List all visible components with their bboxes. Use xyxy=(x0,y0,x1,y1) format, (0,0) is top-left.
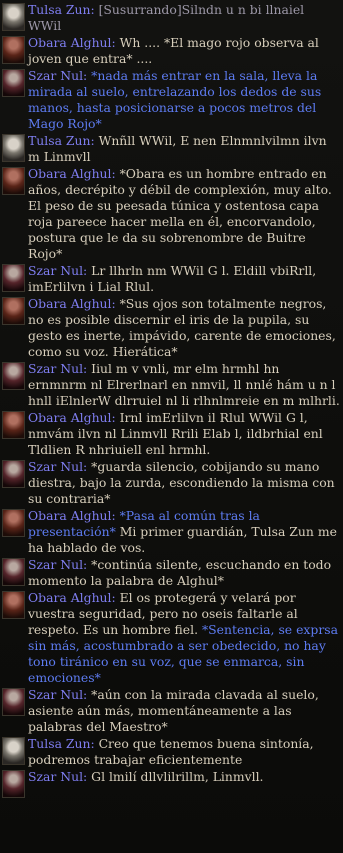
chat-message: Szar Nul: *continúa silente, escuchando … xyxy=(0,557,343,589)
szar-portrait-icon[interactable] xyxy=(2,362,25,390)
obara-portrait-icon[interactable] xyxy=(2,411,25,439)
obara-portrait-icon[interactable] xyxy=(2,297,25,325)
speaker-name[interactable]: Obara Alghul: xyxy=(28,508,116,523)
speaker-name[interactable]: Szar Nul: xyxy=(28,361,87,376)
speaker-name[interactable]: Obara Alghul: xyxy=(28,296,116,311)
speaker-name[interactable]: Tulsa Zun: xyxy=(28,736,95,751)
chat-message: Szar Nul: *nada más entrar en la sala, l… xyxy=(0,68,343,132)
tulsa-portrait-icon[interactable] xyxy=(2,737,25,765)
speaker-name[interactable]: Szar Nul: xyxy=(28,769,87,784)
speaker-name[interactable]: Szar Nul: xyxy=(28,459,87,474)
speaker-name[interactable]: Szar Nul: xyxy=(28,68,87,83)
chat-message: Obara Alghul: *Obara es un hombre entrad… xyxy=(0,166,343,262)
message-text: Gl lmilí dllvlilrillm, Linmvll. xyxy=(87,769,264,784)
chat-message: Tulsa Zun: Creo que tenemos buena sinton… xyxy=(0,736,343,768)
chat-message: Obara Alghul: *Pasa al común tras la pre… xyxy=(0,508,343,556)
speaker-name[interactable]: Obara Alghul: xyxy=(28,410,116,425)
chat-message: Szar Nul: *guarda silencio, cobijando su… xyxy=(0,459,343,507)
speaker-name[interactable]: Obara Alghul: xyxy=(28,590,116,605)
obara-portrait-icon[interactable] xyxy=(2,509,25,537)
chat-log[interactable]: Tulsa Zun: [Susurrando]Silndn u n bi lln… xyxy=(0,0,343,853)
chat-message: Obara Alghul: *Sus ojos son totalmente n… xyxy=(0,296,343,360)
tulsa-portrait-icon[interactable] xyxy=(2,3,25,31)
obara-portrait-icon[interactable] xyxy=(2,36,25,64)
szar-portrait-icon[interactable] xyxy=(2,264,25,292)
chat-message: Obara Alghul: El os protegerá y velará p… xyxy=(0,590,343,686)
szar-portrait-icon[interactable] xyxy=(2,460,25,488)
szar-portrait-icon[interactable] xyxy=(2,770,25,798)
tulsa-portrait-icon[interactable] xyxy=(2,134,25,162)
speaker-name[interactable]: Obara Alghul: xyxy=(28,166,116,181)
chat-message: Szar Nul: *aún con la mirada clavada al … xyxy=(0,687,343,735)
chat-message: Obara Alghul: Wh .... *El mago rojo obse… xyxy=(0,35,343,67)
szar-portrait-icon[interactable] xyxy=(2,558,25,586)
szar-portrait-icon[interactable] xyxy=(2,688,25,716)
obara-portrait-icon[interactable] xyxy=(2,591,25,619)
speaker-name[interactable]: Szar Nul: xyxy=(28,687,87,702)
chat-message: Szar Nul: Gl lmilí dllvlilrillm, Linmvll… xyxy=(0,769,343,798)
obara-portrait-icon[interactable] xyxy=(2,167,25,195)
speaker-name[interactable]: Obara Alghul: xyxy=(28,35,116,50)
chat-message: Szar Nul: Iiul m v vnli, mr elm hrmhl hn… xyxy=(0,361,343,409)
speaker-name[interactable]: Szar Nul: xyxy=(28,557,87,572)
szar-portrait-icon[interactable] xyxy=(2,69,25,97)
chat-message: Tulsa Zun: [Susurrando]Silndn u n bi lln… xyxy=(0,2,343,34)
speaker-name[interactable]: Szar Nul: xyxy=(28,263,87,278)
chat-message: Szar Nul: Lr llhrln nm WWil G l. Eldill … xyxy=(0,263,343,295)
speaker-name[interactable]: Tulsa Zun: xyxy=(28,133,95,148)
chat-message: Obara Alghul: Irnl imErlilvn il Rlul WWi… xyxy=(0,410,343,458)
chat-message: Tulsa Zun: Wnñll WWil, E nen Elnmnlvilmn… xyxy=(0,133,343,165)
speaker-name[interactable]: Tulsa Zun: xyxy=(28,2,95,17)
